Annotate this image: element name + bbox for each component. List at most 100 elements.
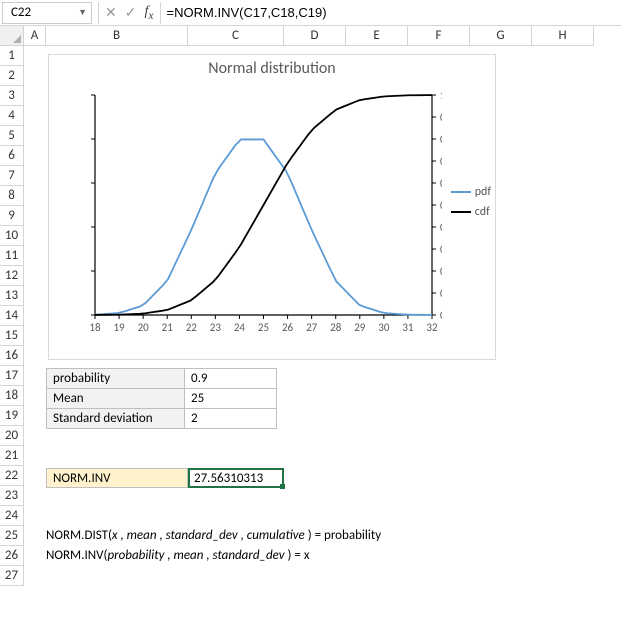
row-header-15[interactable]: 15	[0, 326, 24, 346]
svg-text:27: 27	[306, 321, 318, 334]
row-header-22[interactable]: 22	[0, 466, 24, 486]
svg-text:19: 19	[113, 321, 125, 334]
formula-input[interactable]	[160, 2, 621, 24]
legend-label-cdf: cdf	[475, 205, 490, 219]
doc-fn: NORM.INV(	[46, 548, 107, 563]
col-header-F[interactable]: F	[408, 26, 470, 46]
plot-area: 00.050.10.150.20.2500.10.20.30.40.50.60.…	[87, 87, 442, 337]
col-header-A[interactable]: A	[24, 26, 46, 46]
row-header-18[interactable]: 18	[0, 386, 24, 406]
spreadsheet-grid: A B C D E F G H 123456789101112131415161…	[0, 26, 621, 46]
row-header-25[interactable]: 25	[0, 526, 24, 546]
doc-tail: ) = x	[285, 548, 310, 563]
col-header-E[interactable]: E	[346, 26, 408, 46]
row-header-3[interactable]: 3	[0, 86, 24, 106]
svg-text:23: 23	[210, 321, 222, 334]
row-header-19[interactable]: 19	[0, 406, 24, 426]
col-header-C[interactable]: C	[188, 26, 284, 46]
separator	[98, 2, 99, 24]
row-header-17[interactable]: 17	[0, 366, 24, 386]
legend-item-pdf: pdf	[451, 185, 491, 199]
row-header-14[interactable]: 14	[0, 306, 24, 326]
row-header-21[interactable]: 21	[0, 446, 24, 466]
svg-text:30: 30	[378, 321, 390, 334]
svg-text:0.9: 0.9	[440, 111, 442, 124]
prob-value[interactable]: 0.9	[185, 369, 277, 389]
svg-text:25: 25	[258, 321, 269, 334]
doc-normdist: NORM.DIST(x , mean , standard_dev , cumu…	[46, 528, 381, 543]
doc-tail: ) = probability	[305, 528, 381, 543]
doc-args: x , mean , standard_dev , cumulative	[112, 528, 305, 543]
chart[interactable]: Normal distribution 00.050.10.150.20.250…	[48, 54, 496, 360]
legend-line-cdf	[451, 211, 471, 213]
fx-icon[interactable]: fx	[144, 4, 153, 22]
legend-line-pdf	[451, 191, 471, 193]
row-header-4[interactable]: 4	[0, 106, 24, 126]
svg-text:26: 26	[282, 321, 294, 334]
row-header-24[interactable]: 24	[0, 506, 24, 526]
row-header-26[interactable]: 26	[0, 546, 24, 566]
row-header-13[interactable]: 13	[0, 286, 24, 306]
row-header-12[interactable]: 12	[0, 266, 24, 286]
prob-label[interactable]: probability	[47, 369, 185, 389]
col-header-B[interactable]: B	[46, 26, 188, 46]
svg-text:0.2: 0.2	[440, 265, 442, 278]
mean-label[interactable]: Mean	[47, 389, 185, 409]
row-header-23[interactable]: 23	[0, 486, 24, 506]
svg-text:0.8: 0.8	[440, 133, 442, 146]
norminv-label[interactable]: NORM.INV	[46, 468, 188, 488]
svg-text:24: 24	[234, 321, 246, 334]
row-header-10[interactable]: 10	[0, 226, 24, 246]
row-header-1[interactable]: 1	[0, 46, 24, 66]
svg-text:0.5: 0.5	[440, 199, 442, 212]
row-header-5[interactable]: 5	[0, 126, 24, 146]
svg-text:31: 31	[402, 321, 414, 334]
svg-text:0.1: 0.1	[440, 287, 442, 300]
name-box-value: C22	[11, 5, 78, 20]
svg-text:29: 29	[354, 321, 366, 334]
col-header-D[interactable]: D	[284, 26, 346, 46]
sd-value[interactable]: 2	[185, 409, 277, 429]
col-header-H[interactable]: H	[532, 26, 594, 46]
row-header-8[interactable]: 8	[0, 186, 24, 206]
row-header-2[interactable]: 2	[0, 66, 24, 86]
row-header-7[interactable]: 7	[0, 166, 24, 186]
row-header-6[interactable]: 6	[0, 146, 24, 166]
formula-icons: ✕ ✓ fx	[105, 4, 154, 22]
doc-args: probability , mean , standard_dev	[107, 548, 284, 563]
row-header-20[interactable]: 20	[0, 426, 24, 446]
legend: pdf cdf	[451, 185, 491, 225]
accept-icon[interactable]: ✓	[125, 4, 137, 21]
column-headers: A B C D E F G H	[0, 26, 621, 46]
svg-text:0: 0	[440, 309, 442, 322]
row-header-9[interactable]: 9	[0, 206, 24, 226]
table-row: Mean 25	[47, 389, 277, 409]
row-header-11[interactable]: 11	[0, 246, 24, 266]
chart-title: Normal distribution	[49, 59, 495, 78]
selected-cell[interactable]: 27.56310313	[188, 468, 284, 488]
name-box[interactable]: C22 ▼	[2, 2, 92, 24]
mean-value[interactable]: 25	[185, 389, 277, 409]
sd-label[interactable]: Standard deviation	[47, 409, 185, 429]
svg-text:22: 22	[186, 321, 198, 334]
row-headers: 1234567891011121314151617181920212223242…	[0, 46, 24, 586]
svg-text:1: 1	[440, 89, 442, 102]
svg-text:28: 28	[330, 321, 342, 334]
svg-text:20: 20	[138, 321, 150, 334]
svg-text:0.3: 0.3	[440, 243, 442, 256]
doc-fn: NORM.DIST(	[46, 528, 112, 543]
row-header-27[interactable]: 27	[0, 566, 24, 586]
chevron-down-icon[interactable]: ▼	[78, 7, 87, 18]
col-header-G[interactable]: G	[470, 26, 532, 46]
svg-text:0.6: 0.6	[440, 177, 442, 190]
cells-area[interactable]: Normal distribution 00.050.10.150.20.250…	[24, 46, 621, 619]
svg-text:18: 18	[89, 321, 101, 334]
select-all-corner[interactable]	[0, 26, 24, 46]
svg-text:32: 32	[426, 321, 438, 334]
row-header-16[interactable]: 16	[0, 346, 24, 366]
legend-item-cdf: cdf	[451, 205, 491, 219]
cancel-icon[interactable]: ✕	[105, 4, 117, 21]
table-row: Standard deviation 2	[47, 409, 277, 429]
svg-text:21: 21	[162, 321, 174, 334]
formula-bar: C22 ▼ ✕ ✓ fx	[0, 0, 621, 26]
